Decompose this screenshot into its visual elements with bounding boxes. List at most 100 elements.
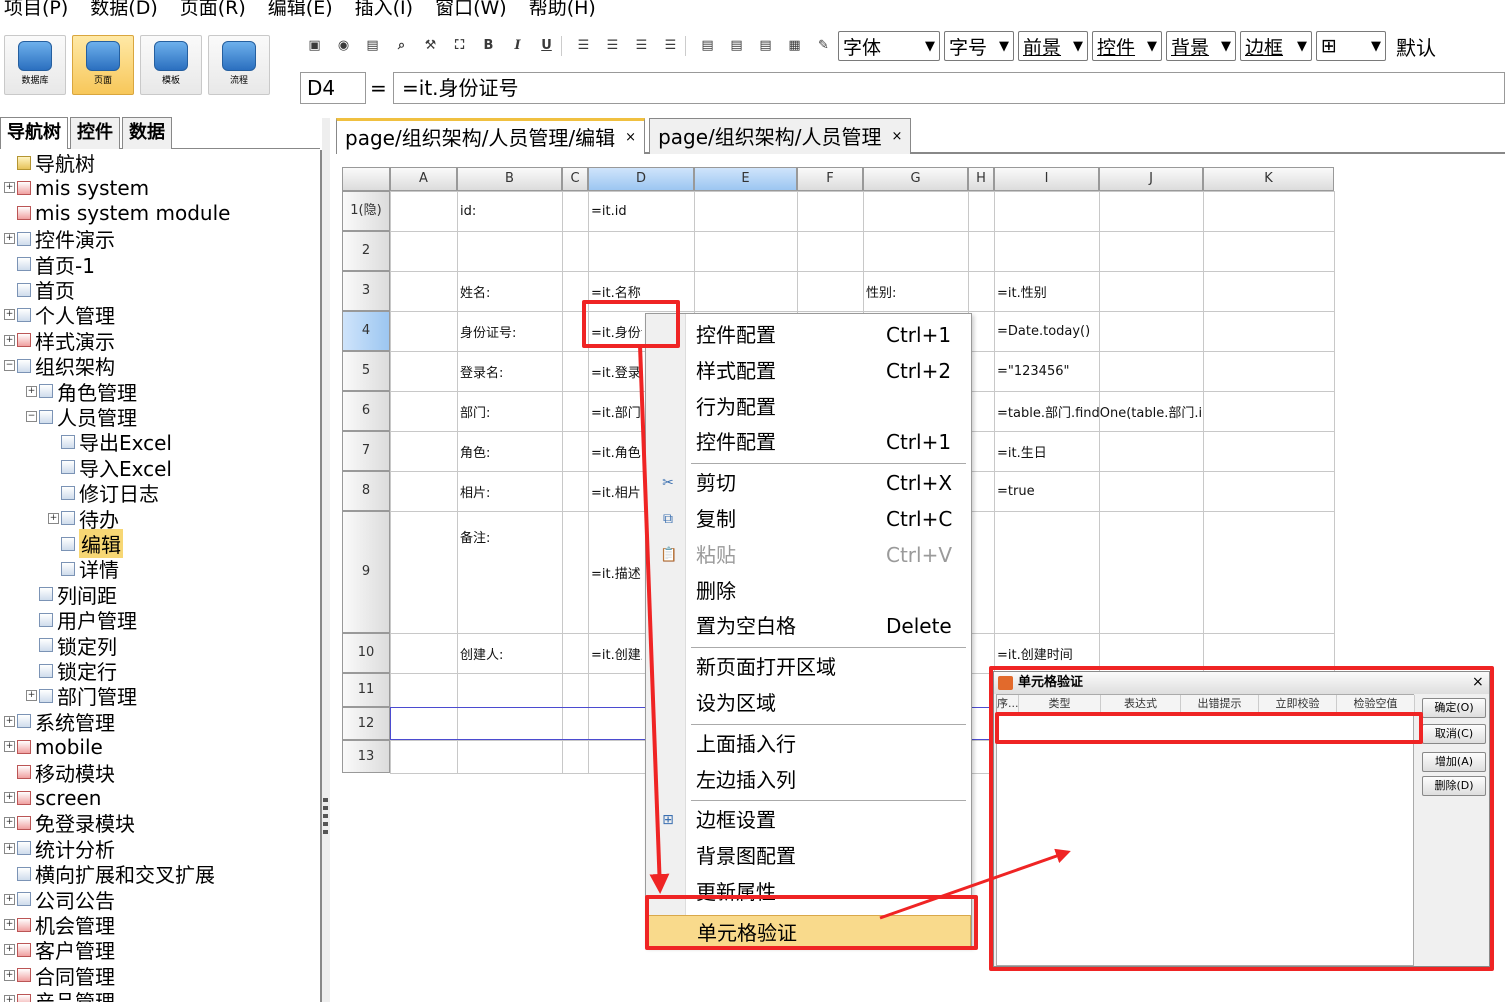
formula-input[interactable]: =it.身份证号 <box>393 72 1505 104</box>
tree-node[interactable]: mis system module <box>4 201 230 226</box>
column-header[interactable]: F <box>797 167 863 191</box>
tree-node[interactable]: 导航树 <box>4 150 95 176</box>
menu-item[interactable]: 编辑(E) <box>268 0 333 20</box>
tree-node[interactable]: + 客户管理 <box>4 937 115 963</box>
close-icon[interactable]: × <box>625 120 636 156</box>
tree-node[interactable]: + 产品管理 <box>4 988 115 1002</box>
context-menu-item[interactable]: 设为区域 <box>646 686 971 720</box>
row-header[interactable]: 9 <box>342 511 390 633</box>
expander-icon[interactable]: + <box>4 334 15 346</box>
menu-item[interactable]: 页面(R) <box>180 0 246 20</box>
grid-cell[interactable]: =it.部门 <box>590 391 642 431</box>
column-header[interactable]: G <box>863 167 968 191</box>
row-header[interactable]: 7 <box>342 431 390 471</box>
expander-icon[interactable]: + <box>4 182 15 194</box>
context-menu-item[interactable]: ✂ 剪切 Ctrl+X <box>646 466 971 500</box>
context-menu-item[interactable]: 新页面打开区域 <box>646 650 971 684</box>
row-header[interactable]: 11 <box>342 673 390 707</box>
expander-icon[interactable]: − <box>4 360 15 372</box>
menu-item[interactable]: 插入(I) <box>355 0 413 20</box>
row-header[interactable]: 6 <box>342 391 390 431</box>
grid-cell[interactable]: 创建人: <box>459 633 562 673</box>
row-header[interactable]: 4 <box>342 311 390 351</box>
grid-cell[interactable]: id: <box>459 191 562 231</box>
tree-node[interactable]: + mobile <box>4 734 103 759</box>
page-tab[interactable]: page/组织架构/人员管理/编辑 × <box>336 118 646 156</box>
row-header[interactable]: 3 <box>342 271 390 311</box>
align-right-icon[interactable]: ☰ <box>627 33 656 59</box>
grid-cell[interactable]: =it.性别 <box>996 271 1232 311</box>
ribbon-button-flow[interactable]: 流程 <box>208 35 270 95</box>
expander-icon[interactable]: + <box>4 969 15 981</box>
grid-cell[interactable]: =it.id <box>590 191 642 231</box>
save-icon[interactable]: ▣ <box>300 33 329 59</box>
grid-cell[interactable]: =Date.today() <box>996 311 1232 351</box>
tree-node[interactable]: + 系统管理 <box>4 709 115 735</box>
find-icon[interactable]: ⛶ <box>445 33 474 59</box>
expander-icon[interactable]: + <box>4 715 15 727</box>
grid-cell[interactable]: =it.生日 <box>996 431 1232 471</box>
tree-node[interactable]: + 角色管理 <box>26 379 137 405</box>
column-header[interactable]: I <box>994 167 1099 191</box>
tree-node[interactable]: + 合同管理 <box>4 963 115 989</box>
row-header[interactable]: 13 <box>342 740 390 773</box>
control-dropdown[interactable]: 控件 ▼ <box>1092 31 1162 61</box>
column-header[interactable]: E <box>694 167 797 191</box>
ribbon-button-page[interactable]: 页面 <box>72 35 134 95</box>
context-menu-item[interactable]: ⊞ 边框设置 <box>646 803 971 837</box>
tree-node[interactable]: 锁定行 <box>26 658 117 684</box>
expander-icon[interactable]: + <box>4 309 15 321</box>
row-header[interactable]: 8 <box>342 471 390 511</box>
valign-bottom-icon[interactable]: ▤ <box>751 33 780 59</box>
column-header[interactable]: J <box>1099 167 1203 191</box>
context-menu-item[interactable]: 行为配置 <box>646 390 971 424</box>
grid-cell[interactable]: 相片: <box>459 471 562 511</box>
context-menu-item[interactable]: ⧉ 复制 Ctrl+C <box>646 502 971 536</box>
cell-reference-box[interactable]: D4 <box>300 72 366 104</box>
context-menu-item[interactable]: 上面插入行 <box>646 727 971 761</box>
column-header[interactable]: B <box>457 167 562 191</box>
tree-node[interactable]: 移动模块 <box>4 760 115 786</box>
row-header[interactable]: 2 <box>342 231 390 271</box>
expander-icon[interactable]: + <box>4 741 15 753</box>
context-menu-item[interactable]: 控件配置 Ctrl+1 <box>646 318 971 352</box>
panel-splitter[interactable] <box>322 118 330 1002</box>
tree-node[interactable]: 编辑 <box>48 529 123 558</box>
italic-button[interactable]: I <box>503 33 532 59</box>
row-header[interactable]: 10 <box>342 633 390 673</box>
grid-cell[interactable]: =it.登录名 <box>590 351 642 391</box>
column-header[interactable]: K <box>1203 167 1334 191</box>
expander-icon[interactable]: + <box>26 690 37 702</box>
menu-item[interactable]: 窗口(W) <box>435 0 507 20</box>
merge-cells-icon[interactable]: ▦ <box>780 33 809 59</box>
grid-cell[interactable]: =it.相片 <box>590 471 642 511</box>
grid-cell[interactable]: ="123456" <box>996 351 1232 391</box>
justify-icon[interactable]: ☰ <box>656 33 685 59</box>
left-tab[interactable]: 导航树 <box>0 117 68 149</box>
tree-node[interactable]: + mis system <box>4 175 149 200</box>
foreground-dropdown[interactable]: 前景 ▼ <box>1018 31 1088 61</box>
column-header[interactable]: A <box>390 167 457 191</box>
context-menu-item[interactable]: 控件配置 Ctrl+1 <box>646 425 971 459</box>
column-header[interactable]: C <box>562 167 588 191</box>
grid-cell[interactable]: 备注: <box>459 511 562 633</box>
expander-icon[interactable]: + <box>4 842 15 854</box>
grid-cell[interactable]: =table.部门.findOne(table.部门.i <box>996 391 1232 431</box>
align-left-icon[interactable]: ☰ <box>569 33 598 59</box>
row-header[interactable]: 1(隐) <box>342 191 390 231</box>
context-menu-item[interactable]: 📋 粘贴 Ctrl+V <box>646 538 971 572</box>
tree-node[interactable]: 列间距 <box>26 582 117 608</box>
ribbon-button-database[interactable]: 数据库 <box>4 35 66 95</box>
tree-node[interactable]: − 组织架构 <box>4 353 115 379</box>
tree-node[interactable]: 导出Excel <box>48 429 172 455</box>
tree-node[interactable]: 详情 <box>48 556 119 582</box>
menu-item[interactable]: 帮助(H) <box>529 0 596 20</box>
preview-icon[interactable]: ▤ <box>358 33 387 59</box>
align-center-icon[interactable]: ☰ <box>598 33 627 59</box>
context-menu-item[interactable]: 置为空白格 Delete <box>646 609 971 643</box>
tree-node[interactable]: 首页-1 <box>4 252 95 278</box>
expander-icon[interactable]: + <box>26 385 37 397</box>
tree-node[interactable]: 用户管理 <box>26 607 137 633</box>
expander-icon[interactable]: + <box>4 233 15 245</box>
font-dropdown[interactable]: 字体 ▼ <box>838 31 940 61</box>
